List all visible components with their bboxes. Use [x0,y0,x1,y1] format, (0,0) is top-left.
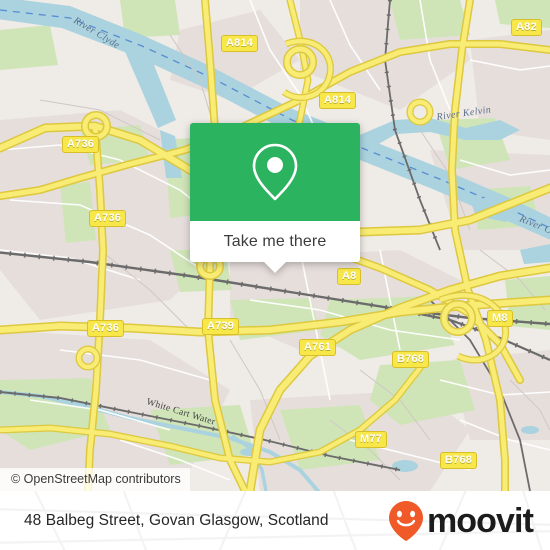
moovit-smiley-pin-icon [388,500,423,541]
road-shield-a814-west[interactable]: A814 [221,35,259,52]
road-shield-a736-north[interactable]: A736 [62,136,100,153]
road-shield-a814-east[interactable]: A814 [319,92,357,109]
road-shield-b768-north[interactable]: B768 [392,351,430,368]
map-pin-icon [252,143,298,201]
map-canvas[interactable]: River Clyde River Kelvin River C White C… [0,0,550,491]
road-shield-a761[interactable]: A761 [299,339,337,356]
moovit-logo[interactable]: moovit [386,499,534,543]
callout-pointer-tail [264,262,286,273]
callout-action-area[interactable]: Take me there [190,221,360,273]
screenshot-root: River Clyde River Kelvin River C White C… [0,0,550,550]
location-callout-card[interactable]: Take me there [190,123,360,273]
road-shield-a736-south[interactable]: A736 [87,320,125,337]
road-shield-m8[interactable]: M8 [487,310,513,327]
address-text: 48 Balbeg Street, Govan Glasgow, Scotlan… [24,511,329,529]
callout-marker-area [190,123,360,221]
road-shield-a82[interactable]: A82 [511,19,542,36]
road-shield-m77[interactable]: M77 [355,431,387,448]
road-shield-a736-mid[interactable]: A736 [89,210,127,227]
footer-bar: 48 Balbeg Street, Govan Glasgow, Scotlan… [0,491,550,550]
take-me-there-label: Take me there [223,232,327,250]
road-shield-a739[interactable]: A739 [202,318,240,335]
map-attribution[interactable]: © OpenStreetMap contributors [0,468,190,491]
road-shield-a8[interactable]: A8 [337,268,362,285]
road-shield-b768-south[interactable]: B768 [440,452,478,469]
moovit-wordmark: moovit [426,501,534,540]
